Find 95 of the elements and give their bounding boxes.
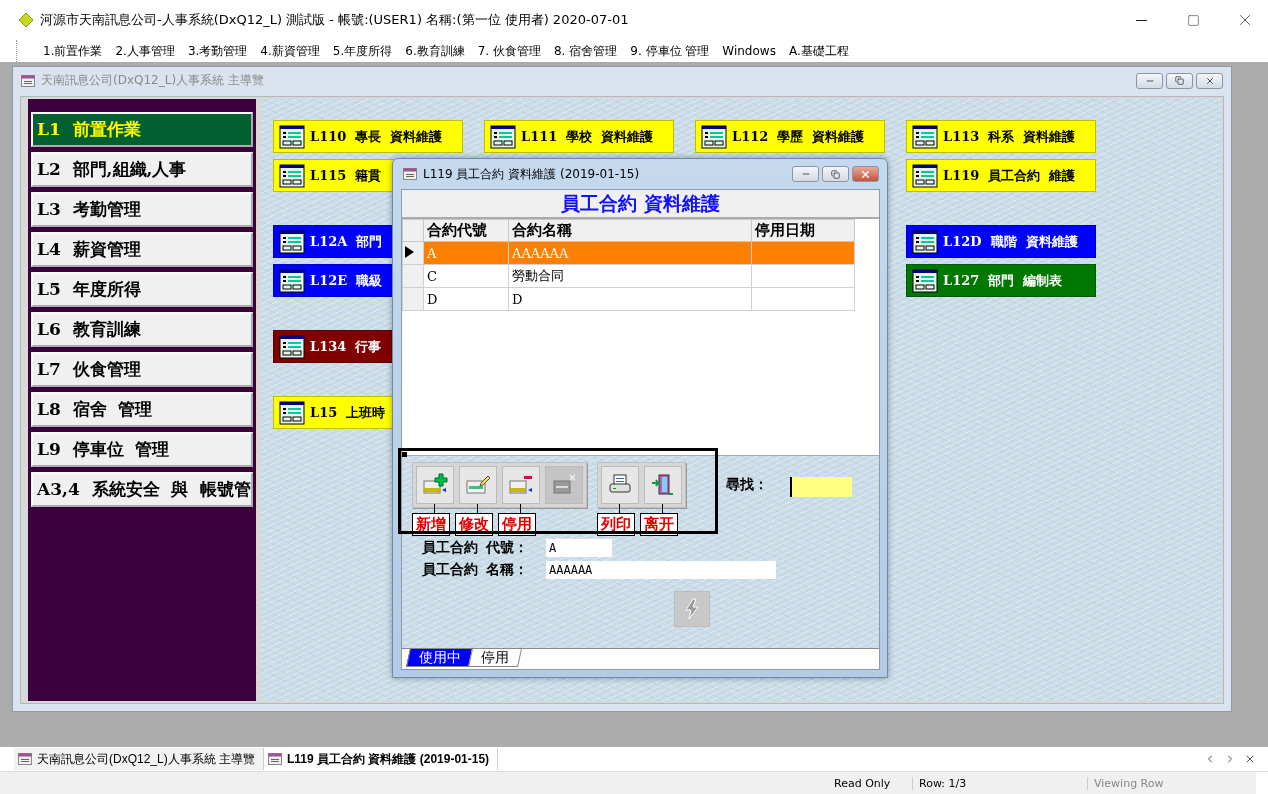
- restore-icon: [1175, 76, 1184, 85]
- nav-item[interactable]: L1 前置作業: [31, 112, 253, 147]
- form-icon: [279, 400, 305, 425]
- nav-item[interactable]: L7 伙食管理: [31, 352, 253, 387]
- menu-item[interactable]: 8. 宿舍管理: [554, 42, 618, 60]
- restore-button[interactable]: [1166, 72, 1193, 89]
- toolbar-button[interactable]: [644, 466, 682, 504]
- nav-item[interactable]: L9 停車位 管理: [31, 432, 253, 467]
- restore-icon: [831, 169, 840, 179]
- menu-item[interactable]: 6.教育訓練: [405, 42, 465, 60]
- menu-item[interactable]: 9. 停車位 管理: [630, 42, 710, 60]
- close-icon[interactable]: [1244, 753, 1256, 765]
- window-icon: [268, 753, 283, 765]
- form-icon: [279, 334, 305, 359]
- tab[interactable]: 停用: [468, 649, 522, 667]
- menu-item[interactable]: 1.前置作業: [43, 42, 103, 60]
- leader-line: [477, 504, 478, 513]
- module-tile[interactable]: L112 學歷 資料維護: [695, 120, 885, 153]
- search-field[interactable]: [790, 477, 852, 497]
- row-header: [402, 287, 424, 311]
- leader-line: [520, 504, 521, 513]
- lightning-icon: [684, 598, 700, 620]
- form-icon: [279, 229, 305, 254]
- window-title: 河源市天南訊息公司-人事系統(DxQ12_L) 測試版 - 帳號:(USER1) 名稱:(第一位 使用者) 2020-07-01: [40, 11, 630, 29]
- form-icon: [279, 163, 305, 188]
- tab[interactable]: 使用中: [406, 649, 474, 667]
- menu-item[interactable]: Windows: [722, 44, 776, 58]
- window-icon: [18, 753, 32, 765]
- nav-item[interactable]: L2 部門,組織,人事: [31, 152, 253, 187]
- table-cell[interactable]: 勞動合同: [508, 264, 752, 288]
- menu-item[interactable]: 5.年度所得: [332, 42, 393, 60]
- nav-item[interactable]: A3,4 系統安全 與 帳號管: [31, 472, 253, 507]
- leader-line: [619, 504, 620, 513]
- close-button[interactable]: [852, 166, 879, 182]
- menu-item[interactable]: 2.人事管理: [115, 42, 175, 60]
- delete-record-icon: [551, 473, 577, 497]
- leader-line: [662, 504, 663, 513]
- minimize-button[interactable]: [1136, 72, 1163, 89]
- form-icon: [279, 124, 305, 149]
- module-tile[interactable]: L127 部門 編制表: [906, 264, 1096, 297]
- module-tile[interactable]: L110 專長 資料維護: [273, 120, 463, 153]
- form-icon: [490, 124, 516, 149]
- form-icon: [912, 163, 938, 188]
- minimize-icon: [1135, 19, 1147, 21]
- status-text: Viewing Row: [1094, 776, 1165, 790]
- form-icon: [279, 268, 305, 293]
- nav-item[interactable]: L3 考勤管理: [31, 192, 253, 227]
- menu-item[interactable]: 4.薪資管理: [260, 42, 320, 60]
- window-icon: [403, 168, 417, 180]
- module-tile[interactable]: L12D 職階 資料維護: [906, 225, 1096, 258]
- tag-icon: [18, 12, 34, 28]
- form-heading: 員工合約 資料維護: [402, 190, 879, 219]
- minimize-button[interactable]: [792, 166, 819, 182]
- status-text: Row: 1/3: [919, 776, 1088, 790]
- close-button[interactable]: [1196, 72, 1223, 89]
- nav-item[interactable]: L5 年度所得: [31, 272, 253, 307]
- column-header: 合約名稱: [508, 219, 752, 242]
- maximize-icon: [1186, 13, 1200, 27]
- search-label: 尋找：: [726, 476, 768, 494]
- field-label: 員工合約 名稱：: [422, 561, 529, 579]
- close-icon: [1204, 75, 1215, 86]
- column-header: 合約代號: [423, 219, 509, 242]
- module-tile[interactable]: L111 學校 資料維護: [484, 120, 674, 153]
- nav-item[interactable]: L8 宿舍 管理: [31, 392, 253, 427]
- window-title: 天南訊息公司(DxQ12_L)人事系統 主導覽: [41, 72, 265, 89]
- menu-item[interactable]: 7. 伙食管理: [477, 42, 541, 60]
- module-tile[interactable]: L113 科系 資料維護: [906, 120, 1096, 153]
- leader-line: [434, 504, 435, 513]
- window-tab[interactable]: 天南訊息公司(DxQ12_L)人事系統 主導覽: [14, 748, 265, 770]
- menu-item[interactable]: 3.考勤管理: [187, 42, 248, 60]
- column-header: 停用日期: [751, 219, 855, 242]
- window-icon: [21, 74, 35, 87]
- restore-button[interactable]: [822, 166, 849, 182]
- form-icon: [912, 124, 938, 149]
- toolbar-button[interactable]: [601, 466, 639, 504]
- nav-item[interactable]: L4 薪資管理: [31, 232, 253, 267]
- add-record-icon: [422, 473, 448, 497]
- disable-record-icon: [508, 473, 534, 497]
- edit-record-icon: [465, 473, 491, 497]
- form-icon: [912, 229, 938, 254]
- menu-item[interactable]: A.基礎工程: [788, 42, 849, 60]
- nav-item[interactable]: L6 教育訓練: [31, 312, 253, 347]
- table-cell[interactable]: D: [508, 287, 752, 311]
- toolbar-button[interactable]: [416, 466, 454, 504]
- exit-door-icon: [650, 473, 676, 497]
- field-label: 員工合約 代號：: [422, 539, 529, 557]
- row-pointer-icon: [404, 245, 414, 258]
- status-text: Read Only: [834, 776, 913, 790]
- form-icon: [912, 268, 938, 293]
- form-icon: [701, 124, 727, 149]
- close-icon: [860, 168, 871, 180]
- module-tile[interactable]: L119 員工合約 維護: [906, 159, 1096, 192]
- input-field[interactable]: AAAAAA: [546, 561, 776, 579]
- toolbar-button[interactable]: [502, 466, 540, 504]
- input-field[interactable]: A: [546, 539, 612, 557]
